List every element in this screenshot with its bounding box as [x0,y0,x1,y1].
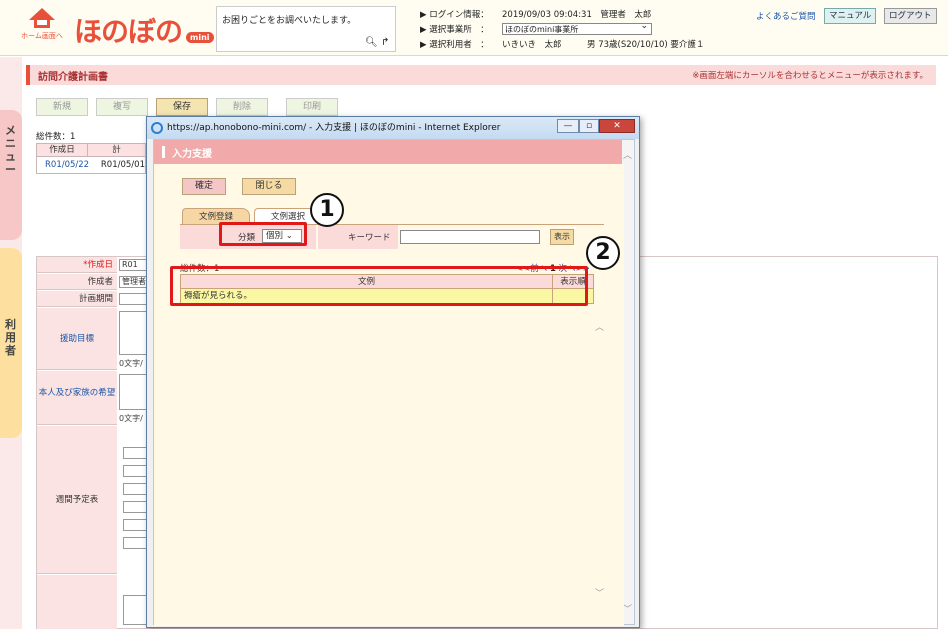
login-info-label: ▶ ログイン情報： [420,10,489,20]
wishes-label[interactable]: 本人及び家族の希望 [37,371,117,425]
show-button[interactable]: 表示 [550,229,574,245]
search-icon[interactable]: 🔍︎ [365,37,378,48]
selected-user-value: いきいき 太郎 男 73歳(S20/10/10) 要介護１ [502,40,705,50]
weekly-slot-5[interactable] [123,519,147,531]
delete-button[interactable]: 削除 [216,98,268,116]
support-goal-label[interactable]: 援助目標 [37,308,117,370]
page-title: 訪問介護計画書 [38,72,108,83]
scroll-down-icon[interactable]: ﹀ [623,602,632,615]
menu-tab-label: メニュー [5,124,16,176]
support-goal-textarea[interactable] [119,311,147,355]
dialog-header-title: 入力支援 [172,149,212,160]
save-button[interactable]: 保存 [156,98,208,116]
wishes-textarea[interactable] [119,374,147,410]
user-tab-label: 利用者 [5,318,16,357]
callout-badge-1: 1 [310,193,344,227]
form-extra-textarea[interactable] [123,595,147,625]
close-icon[interactable]: ✕ [599,119,635,133]
wishes-char-count: 0文字/ [119,414,143,423]
new-button[interactable]: 新規 [36,98,88,116]
login-info-value: 2019/09/03 09:04:31 管理者 太郎 [502,10,652,20]
table-row[interactable]: R01/05/22 R01/05/01 [37,157,145,173]
logo-badge: mini [186,32,214,43]
created-date-label: *作成日 [37,257,117,273]
dialog-window-title: https://ap.honobono-mini.com/ - 入力支援 | ほ… [167,123,501,133]
plan-period-input[interactable] [119,293,147,305]
plan-list-table: 作成日 計 R01/05/22 R01/05/01 [36,143,146,174]
minimize-icon[interactable]: — [557,119,579,133]
faq-link[interactable]: よくあるご質問 [756,10,816,22]
close-button[interactable]: 閉じる [242,178,296,195]
help-search-input[interactable]: お困りごとをお調べいたします。 [222,13,356,26]
office-label: ▶ 選択事業所 ： [420,25,489,35]
record-count: 総件数：1 [36,132,76,142]
scroll-up-icon[interactable]: ︿ [623,148,632,161]
print-button[interactable]: 印刷 [286,98,338,116]
weekly-plan-label: 週間予定表 [37,426,117,574]
login-info: ▶ ログイン情報： 2019/09/03 09:04:31 管理者 太郎 ▶ 選択… [420,8,704,53]
creator-select[interactable]: 管理者 [119,276,147,288]
column-header-created: 作成日 [49,145,75,155]
support-goal-char-count: 0文字/ [119,359,143,368]
menu-tab[interactable]: メニュー [0,110,22,240]
row-plan-date: R01/05/01 [100,160,145,170]
form-section-label [37,575,117,629]
dialog-header: 入力支援 [154,140,624,164]
highlight-box-category [219,222,307,246]
redo-arrow-icon[interactable]: ↱ [381,37,389,48]
keyword-input[interactable] [400,230,540,244]
help-search-box[interactable]: お困りごとをお調べいたします。 🔍︎ ↱ [216,6,396,52]
internet-explorer-icon: e [151,122,163,134]
table-scroll-up-icon[interactable]: ︿ [595,320,604,333]
office-select[interactable]: ほのぼのmini事業所 [502,21,652,35]
weekly-slot-2[interactable] [123,465,147,477]
keyword-label: キーワード [348,233,391,243]
home-icon [29,8,55,20]
weekly-slot-1[interactable] [123,447,147,459]
weekly-slot-6[interactable] [123,537,147,549]
manual-button[interactable]: マニュアル [824,8,877,24]
callout-badge-2: 2 [586,236,620,270]
user-tab[interactable]: 利用者 [0,248,22,438]
highlight-box-example-table [170,266,588,306]
menu-hint-note: ※画面左端にカーソルを合わせるとメニューが表示されます。 [692,71,928,81]
app-logo: ほのぼの [74,15,183,48]
table-scrollbar[interactable]: ︿ ﹀ [594,320,604,600]
user-label: ▶ 選択利用者 ： [420,40,489,50]
creator-label: 作成者 [37,274,117,290]
table-scroll-down-icon[interactable]: ﹀ [595,586,604,599]
row-created-date[interactable]: R01/05/22 [45,157,101,173]
weekly-slot-4[interactable] [123,501,147,513]
weekly-slot-3[interactable] [123,483,147,495]
page-title-bar: 訪問介護計画書 ※画面左端にカーソルを合わせるとメニューが表示されます。 [26,65,936,85]
maximize-icon[interactable]: ▫ [579,119,599,133]
dialog-body: 入力支援 ︿ ﹀ 確定 閉じる 文例登録 文例選択 分類 個別 ⌄ キーワード … [153,139,635,626]
app-header: ホーム画面へ ほのぼの mini お困りごとをお調べいたします。 🔍︎ ↱ ▶ … [0,0,948,56]
logout-button[interactable]: ログアウト [884,8,937,24]
home-button[interactable]: ホーム画面へ [18,8,66,48]
dialog-titlebar[interactable]: e https://ap.honobono-mini.com/ - 入力支援 |… [147,117,639,139]
copy-button[interactable]: 複写 [96,98,148,116]
created-date-input[interactable]: R01 [119,259,147,271]
column-header-plan: 計 [87,144,145,156]
home-label: ホーム画面へ [21,32,63,40]
plan-period-label: 計画期間 [37,291,117,307]
confirm-button[interactable]: 確定 [182,178,226,195]
input-support-dialog: e https://ap.honobono-mini.com/ - 入力支援 |… [146,116,640,628]
